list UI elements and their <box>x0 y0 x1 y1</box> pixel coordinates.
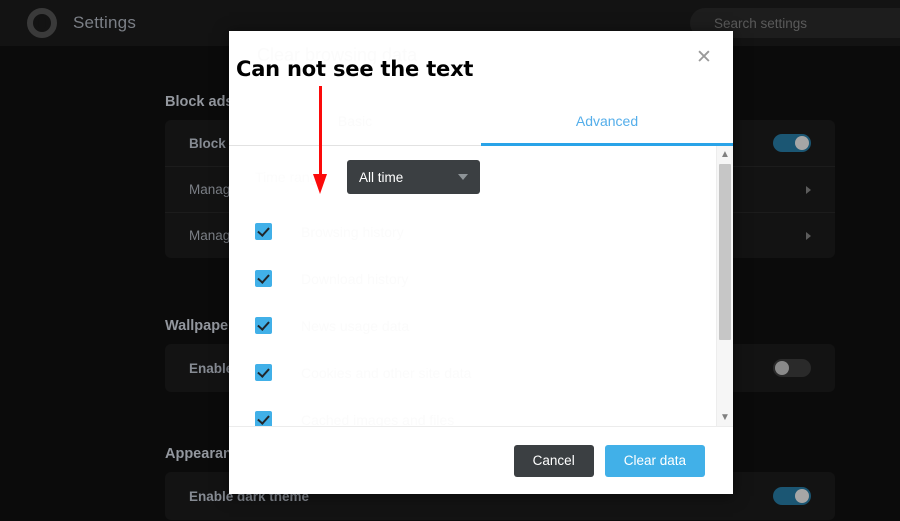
option-download-history[interactable]: Download history <box>229 255 716 302</box>
annotation-text: Can not see the text <box>236 57 474 81</box>
annotation-arrow <box>313 86 327 194</box>
option-label: Cookies and other site data <box>301 364 472 381</box>
option-label: Download history <box>301 270 409 287</box>
option-browsing-history[interactable]: Browsing history <box>229 208 716 255</box>
checkbox[interactable] <box>255 270 272 287</box>
dialog-body: Time range All time Browsing history Dow… <box>229 146 733 426</box>
chevron-right-icon <box>806 231 811 240</box>
option-cached-images-files[interactable]: Cached images and files <box>229 396 716 426</box>
checkbox[interactable] <box>255 317 272 334</box>
opera-logo-icon <box>27 8 57 38</box>
tab-advanced[interactable]: Advanced <box>481 113 733 146</box>
option-cookies-site-data[interactable]: Cookies and other site data <box>229 349 716 396</box>
option-label: News usage data <box>301 317 410 334</box>
toggle-block-ads[interactable] <box>773 134 811 152</box>
chevron-down-icon <box>458 174 468 180</box>
option-news-usage-data[interactable]: News usage data <box>229 302 716 349</box>
toggle-dark-theme[interactable] <box>773 487 811 505</box>
tab-basic[interactable]: Basic <box>229 113 481 145</box>
options-scroll-area: Time range All time Browsing history Dow… <box>229 146 716 426</box>
checkbox[interactable] <box>255 411 272 426</box>
option-label: Browsing history <box>301 223 404 240</box>
clear-data-button[interactable]: Clear data <box>604 444 705 477</box>
time-range-row: Time range All time <box>229 146 716 208</box>
chevron-right-icon <box>806 185 811 194</box>
cancel-button[interactable]: Cancel <box>513 444 594 477</box>
page-title: Settings <box>73 13 137 32</box>
time-range-value: All time <box>359 169 404 185</box>
clear-browsing-data-dialog: Clear browsing data ✕ Basic Advanced Tim… <box>229 31 733 494</box>
checkbox[interactable] <box>255 223 272 240</box>
chevron-down-icon[interactable]: ▼ <box>717 409 733 426</box>
scrollbar-thumb[interactable] <box>719 164 731 340</box>
chevron-up-icon[interactable]: ▲ <box>717 146 733 163</box>
close-icon[interactable]: ✕ <box>689 42 719 72</box>
dialog-tabs: Basic Advanced <box>229 113 733 146</box>
option-label: Cached images and files <box>301 411 455 427</box>
time-range-select[interactable]: All time <box>347 160 480 194</box>
checkbox[interactable] <box>255 364 272 381</box>
time-range-label: Time range <box>255 169 326 185</box>
dialog-scrollbar[interactable]: ▲ ▼ <box>716 146 733 426</box>
toggle-animated-wallpapers[interactable] <box>773 359 811 377</box>
search-input[interactable] <box>712 14 900 32</box>
dialog-footer: Cancel Clear data <box>229 426 733 494</box>
